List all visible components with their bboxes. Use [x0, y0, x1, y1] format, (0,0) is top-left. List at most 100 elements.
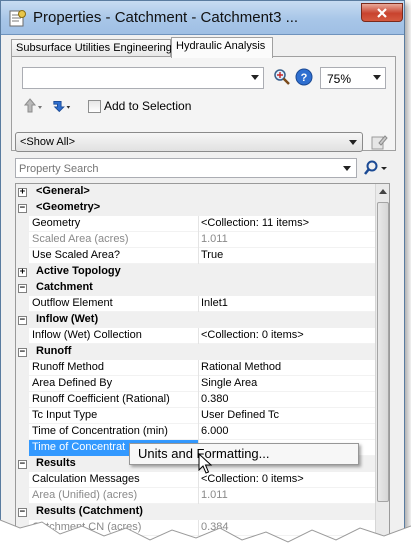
- category-row[interactable]: − Inflow (Wet): [16, 312, 375, 328]
- category-row[interactable]: − Catchment: [16, 280, 375, 296]
- property-name: Catchment CN (acres): [32, 521, 142, 533]
- property-value[interactable]: Inlet1: [198, 296, 375, 312]
- row-gutter: [16, 232, 29, 248]
- property-value[interactable]: <Collection: 11 items>: [198, 216, 375, 232]
- row-gutter: [16, 328, 29, 344]
- category-row[interactable]: − <Geometry>: [16, 200, 375, 216]
- search-button[interactable]: [361, 158, 391, 178]
- zoom-to-button[interactable]: [272, 67, 292, 87]
- arrow-down-icon: [53, 101, 71, 113]
- property-row[interactable]: Runoff Method Rational Method: [16, 360, 375, 376]
- mouse-cursor-icon: [198, 452, 214, 478]
- property-value[interactable]: 6.000: [198, 424, 375, 440]
- property-row[interactable]: Runoff Coefficient (Rational) 0.380: [16, 392, 375, 408]
- edit-filter-button[interactable]: [369, 132, 389, 152]
- tab-hydraulic-analysis[interactable]: Hydraulic Analysis: [171, 37, 273, 58]
- properties-window-icon: [9, 9, 27, 27]
- property-name: Inflow (Wet) Collection: [32, 329, 142, 341]
- property-name: Geometry: [32, 217, 81, 229]
- category-row[interactable]: + <General>: [16, 184, 375, 200]
- property-row[interactable]: Area Defined By Single Area: [16, 376, 375, 392]
- menu-item-units-and-formatting[interactable]: Units and Formatting...: [134, 446, 354, 462]
- property-value: 0.384: [198, 520, 375, 536]
- row-gutter: [16, 424, 29, 440]
- property-name: Time of Concentration (min): [32, 425, 168, 437]
- property-row[interactable]: Time of Concentration (min) 6.000: [16, 424, 375, 440]
- category-row[interactable]: − Results (Catchment): [16, 504, 375, 520]
- category-name: <General>: [36, 185, 90, 197]
- property-name: Use Scaled Area?: [32, 249, 121, 261]
- property-row[interactable]: Use Scaled Area? True: [16, 248, 375, 264]
- property-value[interactable]: Rational Method: [198, 360, 375, 376]
- help-button[interactable]: ?: [294, 67, 314, 87]
- collapse-icon[interactable]: −: [18, 204, 27, 213]
- chevron-down-icon: [349, 140, 357, 145]
- row-gutter: [16, 472, 29, 488]
- collapse-icon[interactable]: −: [18, 348, 27, 357]
- property-row[interactable]: Calculation Messages <Collection: 0 items…: [16, 472, 375, 488]
- property-value[interactable]: <Collection: 0 items>: [198, 472, 375, 488]
- zoom-level-value: 75%: [327, 72, 352, 86]
- vertical-scrollbar[interactable]: [375, 184, 389, 547]
- category-row[interactable]: − Runoff: [16, 344, 375, 360]
- property-name: Calculation Messages: [32, 473, 140, 485]
- property-value[interactable]: <Collection: 0 items>: [198, 328, 375, 344]
- scroll-up-icon[interactable]: [379, 189, 387, 194]
- title-bar[interactable]: Properties - Catchment - Catchment3 ...: [1, 1, 404, 35]
- property-row[interactable]: Catchment CN (acres) 0.384: [16, 520, 375, 536]
- property-name: Scaled Area (acres): [32, 233, 129, 245]
- property-value[interactable]: 0.380: [198, 392, 375, 408]
- category-row[interactable]: + Active Topology: [16, 264, 375, 280]
- property-value: 1.011: [198, 488, 375, 504]
- collapse-icon[interactable]: −: [18, 460, 27, 469]
- property-name: Runoff Coefficient (Rational): [32, 393, 170, 405]
- show-filter-combo[interactable]: <Show All>: [15, 132, 363, 152]
- zoom-level-combo[interactable]: 75%: [320, 67, 386, 89]
- element-selector-combo[interactable]: [22, 67, 264, 89]
- close-button[interactable]: [361, 3, 403, 22]
- navigate-forward-button[interactable]: [52, 96, 72, 116]
- row-gutter: [16, 216, 29, 232]
- expand-icon[interactable]: +: [18, 268, 27, 277]
- collapse-icon[interactable]: −: [18, 508, 27, 517]
- property-search-input[interactable]: [19, 161, 339, 176]
- row-gutter: [16, 360, 29, 376]
- property-row[interactable]: Outflow Element Inlet1: [16, 296, 375, 312]
- edit-pencil-icon: [371, 135, 388, 150]
- help-icon: ?: [295, 68, 313, 86]
- property-grid: + <General> − <Geometry> Geometry <Collection…: [15, 183, 390, 547]
- property-value[interactable]: User Defined Tc: [198, 408, 375, 424]
- category-name: Inflow (Wet): [36, 313, 99, 325]
- property-value[interactable]: True: [198, 248, 375, 264]
- chevron-down-icon: [251, 75, 259, 80]
- search-icon: [364, 160, 387, 175]
- show-filter-value: <Show All>: [20, 136, 76, 148]
- property-name: Tc Input Type: [32, 409, 98, 421]
- property-row[interactable]: Geometry <Collection: 11 items>: [16, 216, 375, 232]
- category-name: Results: [36, 457, 76, 469]
- property-row[interactable]: Inflow (Wet) Collection <Collection: 0 it…: [16, 328, 375, 344]
- row-gutter: [16, 392, 29, 408]
- property-name: Outflow Element: [32, 297, 113, 309]
- category-name: Active Topology: [36, 265, 121, 277]
- row-gutter: [16, 408, 29, 424]
- navigate-back-button[interactable]: [24, 96, 44, 116]
- expand-icon[interactable]: +: [18, 188, 27, 197]
- chevron-down-icon: [373, 75, 381, 80]
- tab-label: Hydraulic Analysis: [176, 40, 266, 52]
- add-to-selection-checkbox[interactable]: [88, 100, 101, 113]
- row-gutter: [16, 440, 29, 456]
- property-row[interactable]: Tc Input Type User Defined Tc: [16, 408, 375, 424]
- chevron-down-icon[interactable]: [343, 166, 351, 171]
- category-name: Results (Catchment): [36, 505, 143, 517]
- tab-label: Subsurface Utilities Engineering: [16, 42, 172, 54]
- row-gutter: [16, 296, 29, 312]
- property-row[interactable]: Scaled Area (acres) 1.011: [16, 232, 375, 248]
- tab-subsurface-utilities-engineering[interactable]: Subsurface Utilities Engineering: [11, 39, 172, 57]
- category-name: Runoff: [36, 345, 72, 357]
- property-value[interactable]: Single Area: [198, 376, 375, 392]
- property-row[interactable]: Area (Unified) (acres) 1.011: [16, 488, 375, 504]
- collapse-icon[interactable]: −: [18, 284, 27, 293]
- scroll-thumb[interactable]: [377, 202, 389, 502]
- collapse-icon[interactable]: −: [18, 316, 27, 325]
